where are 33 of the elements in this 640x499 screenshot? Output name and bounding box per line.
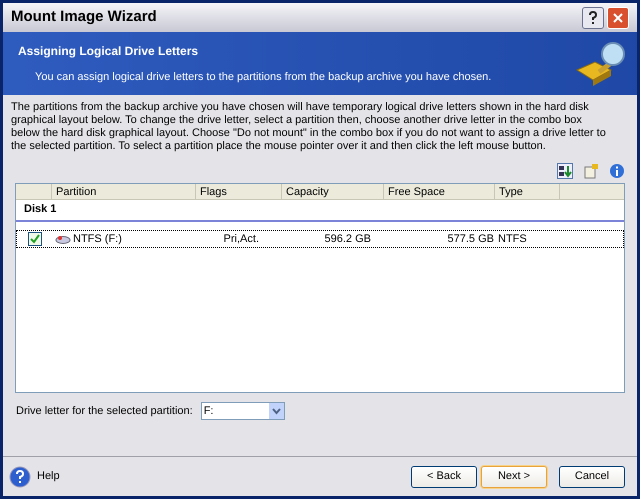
drive-magnifier-icon [575,40,625,88]
drive-letter-label: Drive letter for the selected partition: [16,404,193,419]
column-header[interactable]: Partition [52,184,196,199]
close-icon [612,12,624,24]
drive-letter-combo[interactable]: F: [200,402,285,420]
wizard-button[interactable]: Next > [481,466,547,488]
properties-icon[interactable] [583,163,599,179]
partition-row[interactable]: NTFS (F:) Pri,Act. 596.2 GB 577.5 GB NTFS [16,230,624,248]
free-space-cell-text: 577.5 GB [446,232,495,247]
partition-name: NTFS (F:) [73,232,122,247]
close-button[interactable] [607,6,629,28]
wizard-button[interactable]: < Back [411,466,477,488]
help-link[interactable]: Help [37,468,60,485]
header-title: Assigning Logical Drive Letters [18,42,200,60]
column-header[interactable]: Flags [196,184,282,199]
column-header[interactable]: Type [495,184,560,199]
row-checkbox[interactable] [28,232,42,246]
disk-icon [55,234,71,244]
description-text: The partitions from the backup archive you have chosen will have temporary logical drive letters shown in the hard disk graphical layout below. To change the drive letter, select a partition then, choose another drive letter in the combo box below the hard disk graphical layout. Choose "Do not mount" in the combo box if you do not want to assign a drive letter to the selected partition. To select a partition place the mouse pointer over it and then click the left mouse button. [11,101,607,153]
header-subtitle: You can assign logical drive letters to the partitions from the backup archive you have chosen. [34,70,492,85]
wizard-button[interactable]: Cancel [559,466,625,488]
question-icon [588,10,598,24]
help-icon[interactable] [9,466,31,488]
capacity-cell-text: 596.2 GB [324,232,372,247]
window-title: Mount Image Wizard [11,7,157,28]
disk-label: Disk 1 [24,202,56,216]
flags-cell-text: Pri,Act. [222,232,260,247]
column-header[interactable]: Free Space [384,184,495,199]
help-button[interactable] [582,6,604,28]
type-cell-text: NTFS [497,232,528,247]
info-icon[interactable] [609,163,625,179]
sort-icon[interactable] [557,163,573,179]
column-header[interactable]: Capacity [282,184,384,199]
